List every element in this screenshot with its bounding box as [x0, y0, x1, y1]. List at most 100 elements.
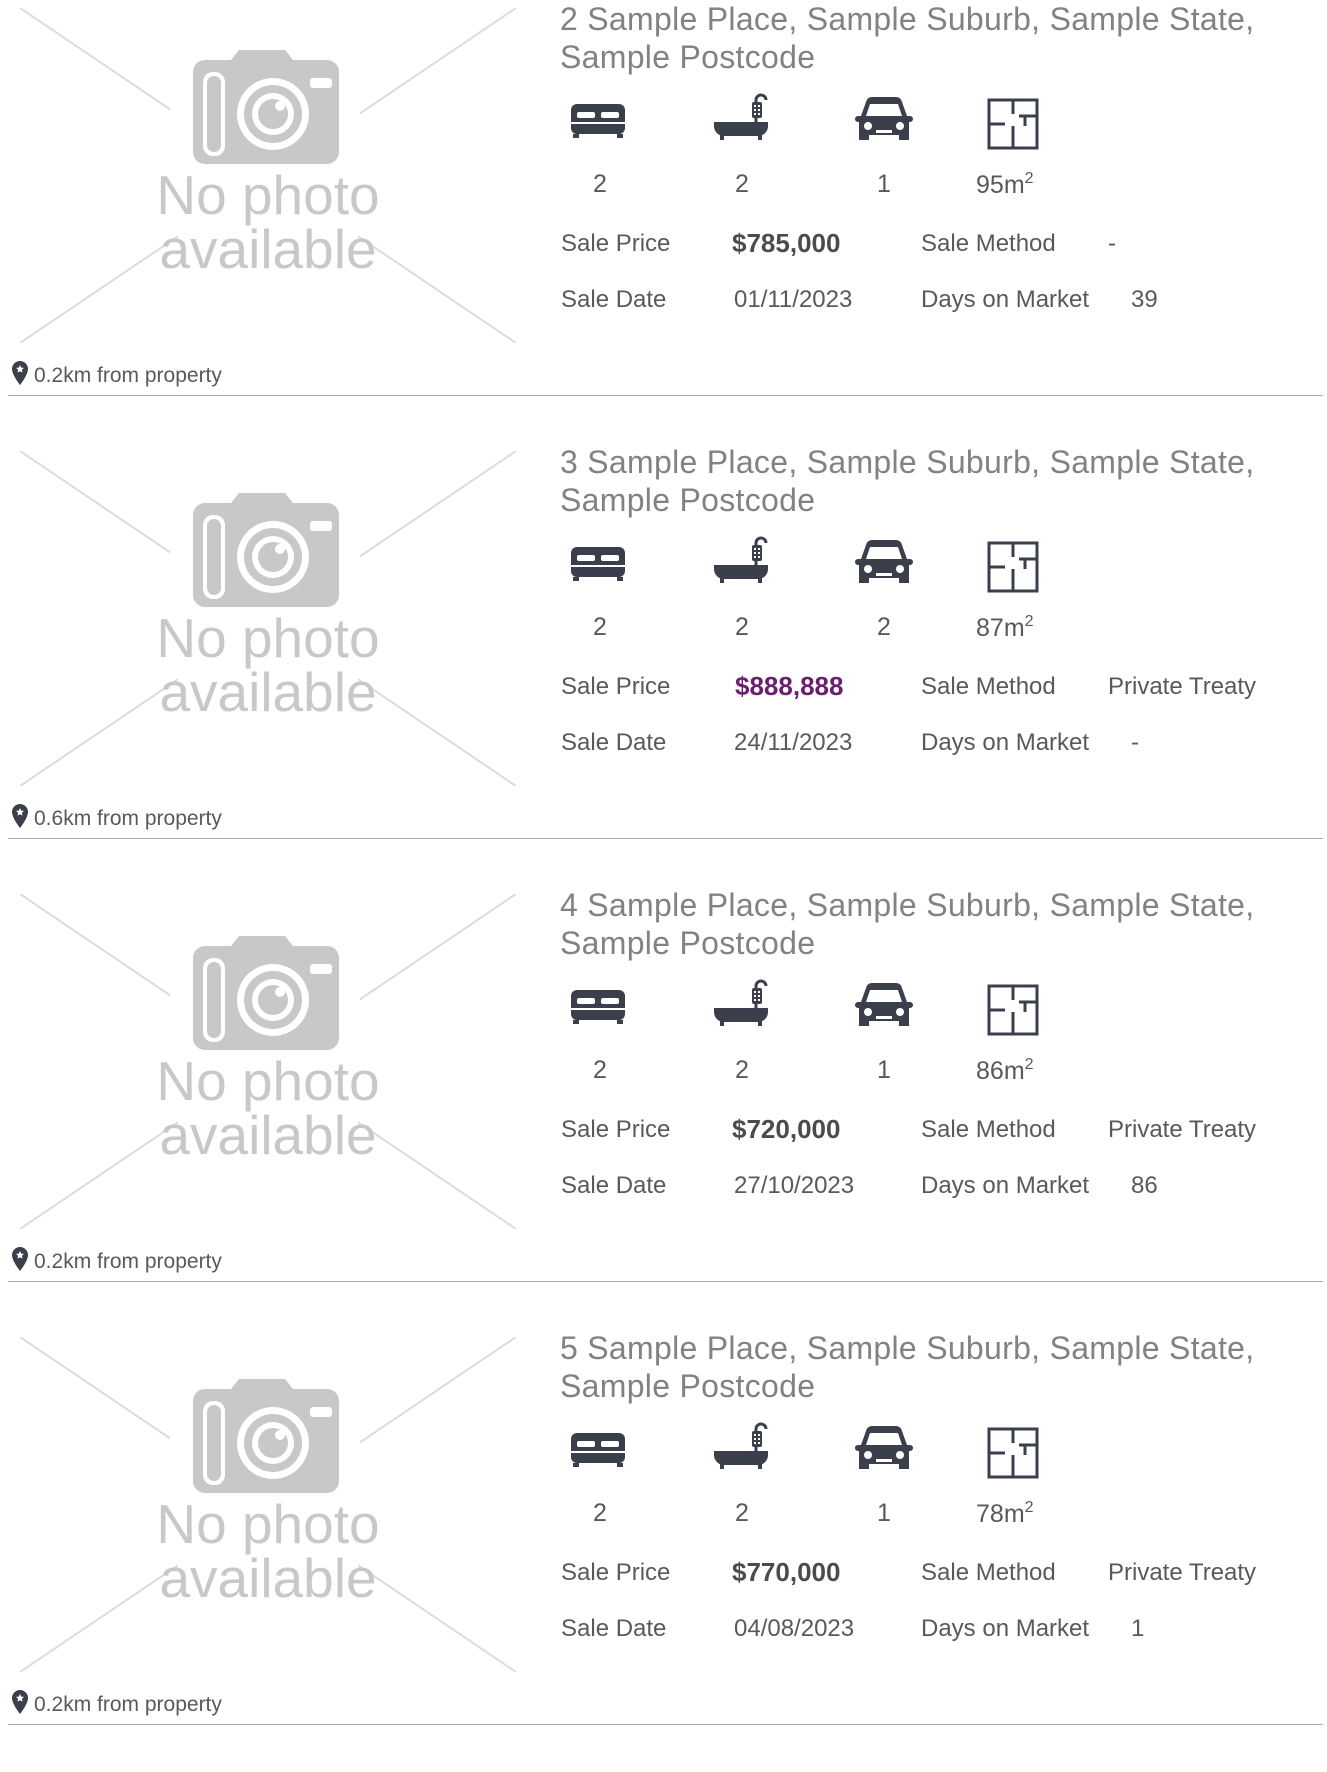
distance-text: 0.2km from property	[34, 364, 222, 387]
location-pin-icon	[12, 804, 28, 834]
car-count: 1	[877, 1499, 891, 1527]
sale-date-label: Sale Date	[561, 1615, 667, 1642]
floor-area: 87m2	[976, 613, 1034, 642]
sale-price-value: $888,888	[735, 671, 844, 701]
days-on-market-label: Days on Market	[921, 1615, 1090, 1642]
sale-date-value: 01/11/2023	[734, 286, 853, 313]
sale-date-value: 24/11/2023	[734, 729, 853, 756]
floorplan-icon	[987, 1427, 1039, 1479]
sale-method-value: Private Treaty	[1108, 1116, 1257, 1143]
distance-from-property: 0.2km from property	[12, 1247, 222, 1277]
sale-method-value: Private Treaty	[1108, 673, 1257, 700]
floorplan-icon	[987, 98, 1039, 150]
distance-text: 0.2km from property	[34, 1693, 222, 1716]
bath-count: 2	[735, 1056, 749, 1084]
days-on-market-label: Days on Market	[921, 1172, 1090, 1199]
distance-from-property: 0.2km from property	[12, 1690, 222, 1720]
bath-icon	[712, 92, 770, 142]
no-photo-line1: No photo	[156, 1493, 380, 1555]
car-count: 1	[877, 170, 891, 198]
property-address[interactable]: 4 Sample Place, Sample Suburb, Sample St…	[560, 886, 1320, 962]
floor-area: 78m2	[976, 1499, 1034, 1528]
days-on-market-value: 39	[1131, 286, 1158, 313]
car-icon	[854, 539, 914, 587]
car-icon	[854, 96, 914, 144]
no-photo-line1: No photo	[156, 164, 380, 226]
floor-area: 86m2	[976, 1056, 1034, 1085]
listing-divider	[8, 1281, 1323, 1282]
days-on-market-label: Days on Market	[921, 286, 1090, 313]
sale-method-label: Sale Method	[921, 1559, 1056, 1586]
days-on-market-value: 86	[1131, 1172, 1158, 1199]
days-on-market-label: Days on Market	[921, 729, 1090, 756]
sale-method-value: Private Treaty	[1108, 1559, 1257, 1586]
sale-date-label: Sale Date	[561, 286, 667, 313]
car-icon	[854, 982, 914, 1030]
no-photo-placeholder: No photo available	[20, 8, 516, 343]
property-address[interactable]: 2 Sample Place, Sample Suburb, Sample St…	[560, 0, 1320, 76]
sale-method-label: Sale Method	[921, 673, 1056, 700]
property-address[interactable]: 3 Sample Place, Sample Suburb, Sample St…	[560, 443, 1320, 519]
distance-from-property: 0.6km from property	[12, 804, 222, 834]
listing-card[interactable]: No photo available 2 Sample Place, Sampl…	[0, 0, 1327, 443]
bath-count: 2	[735, 613, 749, 641]
sale-price-label: Sale Price	[561, 1559, 671, 1586]
no-photo-placeholder: No photo available	[20, 451, 516, 786]
listing-card[interactable]: No photo available 3 Sample Place, Sampl…	[0, 443, 1327, 886]
listing-divider	[8, 395, 1323, 396]
sale-date-value: 04/08/2023	[734, 1615, 855, 1642]
bed-count: 2	[593, 1056, 607, 1084]
sale-date-value: 27/10/2023	[734, 1172, 855, 1199]
sale-method-label: Sale Method	[921, 230, 1056, 257]
sale-method-label: Sale Method	[921, 1116, 1056, 1143]
floorplan-icon	[987, 541, 1039, 593]
no-photo-placeholder: No photo available	[20, 1337, 516, 1672]
days-on-market-value: -	[1131, 729, 1139, 756]
bed-count: 2	[593, 613, 607, 641]
sale-date-label: Sale Date	[561, 729, 667, 756]
sale-price-label: Sale Price	[561, 1116, 671, 1143]
floor-area: 95m2	[976, 170, 1034, 199]
location-pin-icon	[12, 1690, 28, 1720]
sale-method-value: -	[1108, 230, 1116, 257]
bath-count: 2	[735, 170, 749, 198]
car-icon	[854, 1425, 914, 1473]
distance-text: 0.6km from property	[34, 807, 222, 830]
no-photo-line2: available	[159, 1547, 377, 1609]
bed-icon	[569, 541, 627, 583]
sale-date-label: Sale Date	[561, 1172, 667, 1199]
car-count: 1	[877, 1056, 891, 1084]
no-photo-line1: No photo	[156, 1050, 380, 1112]
bath-icon	[712, 535, 770, 585]
listing-card[interactable]: No photo available 4 Sample Place, Sampl…	[0, 886, 1327, 1329]
bath-icon	[712, 1421, 770, 1471]
bed-count: 2	[593, 170, 607, 198]
sale-price-label: Sale Price	[561, 230, 671, 257]
floorplan-icon	[987, 984, 1039, 1036]
bed-icon	[569, 1427, 627, 1469]
distance-from-property: 0.2km from property	[12, 361, 222, 391]
bath-icon	[712, 978, 770, 1028]
no-photo-placeholder: No photo available	[20, 894, 516, 1229]
sale-price-value: $770,000	[732, 1557, 841, 1587]
property-address[interactable]: 5 Sample Place, Sample Suburb, Sample St…	[560, 1329, 1320, 1405]
no-photo-line1: No photo	[156, 607, 380, 669]
sale-price-value: $785,000	[732, 228, 841, 258]
bed-count: 2	[593, 1499, 607, 1527]
no-photo-line2: available	[159, 218, 377, 280]
sale-price-value: $720,000	[732, 1114, 841, 1144]
no-photo-line2: available	[159, 661, 377, 723]
car-count: 2	[877, 613, 891, 641]
days-on-market-value: 1	[1131, 1615, 1145, 1642]
listing-card[interactable]: No photo available 5 Sample Place, Sampl…	[0, 1329, 1327, 1772]
bed-icon	[569, 98, 627, 140]
bed-icon	[569, 984, 627, 1026]
no-photo-line2: available	[159, 1104, 377, 1166]
distance-text: 0.2km from property	[34, 1250, 222, 1273]
sale-price-label: Sale Price	[561, 673, 671, 700]
location-pin-icon	[12, 361, 28, 391]
listing-divider	[8, 838, 1323, 839]
location-pin-icon	[12, 1247, 28, 1277]
listing-divider	[8, 1724, 1323, 1725]
bath-count: 2	[735, 1499, 749, 1527]
